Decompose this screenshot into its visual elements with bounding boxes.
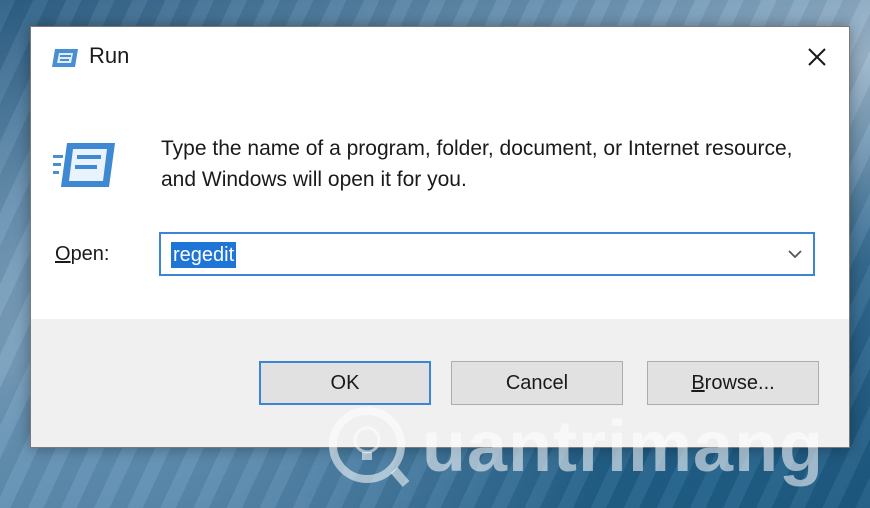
cancel-button[interactable]: Cancel bbox=[451, 361, 623, 405]
close-icon bbox=[808, 48, 826, 66]
browse-mnemonic: B bbox=[691, 371, 705, 394]
run-large-icon bbox=[53, 143, 115, 187]
open-label: Open: bbox=[55, 243, 110, 266]
open-label-text: pen: bbox=[70, 243, 110, 265]
dropdown-button[interactable] bbox=[781, 240, 809, 268]
watermark-text: uantrimang bbox=[422, 407, 825, 487]
open-input[interactable]: regedit bbox=[171, 242, 237, 268]
close-button[interactable] bbox=[795, 37, 839, 77]
browse-button[interactable]: Browse... bbox=[647, 361, 819, 405]
lightbulb-logo-icon bbox=[329, 407, 410, 487]
title-bar: Run bbox=[31, 27, 849, 89]
chevron-down-icon bbox=[788, 250, 802, 259]
run-dialog: Run Type the name of a program, folder, … bbox=[30, 26, 850, 448]
open-combobox[interactable]: regedit bbox=[159, 232, 815, 276]
run-icon bbox=[52, 49, 78, 67]
instruction-text: Type the name of a program, folder, docu… bbox=[161, 137, 793, 191]
browse-label-text: rowse... bbox=[704, 371, 775, 394]
ok-button[interactable]: OK bbox=[259, 361, 431, 405]
watermark: uantrimang bbox=[322, 400, 862, 490]
window-title: Run bbox=[89, 43, 130, 68]
open-label-mnemonic: O bbox=[55, 243, 71, 265]
